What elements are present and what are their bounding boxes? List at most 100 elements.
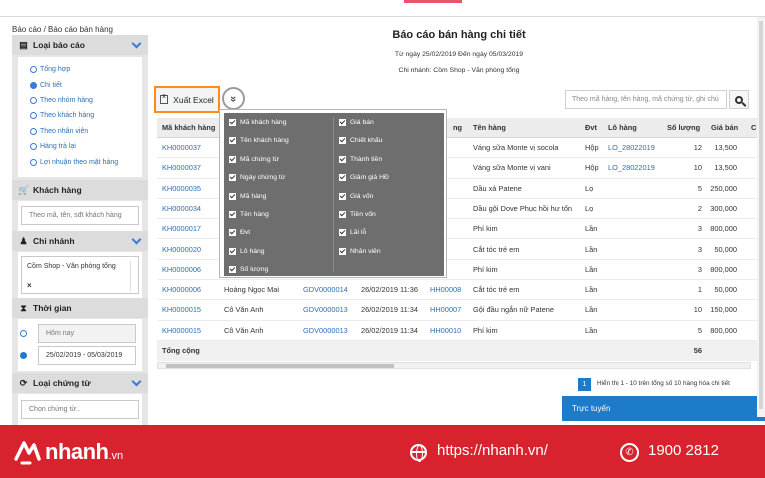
cell-customer-code[interactable]: KH0000015 xyxy=(162,305,201,314)
horizontal-scrollbar[interactable] xyxy=(157,362,751,369)
column-option[interactable]: Lãi lỗ xyxy=(339,229,366,237)
column-option[interactable]: Mã chứng từ xyxy=(229,155,279,163)
branch-header[interactable]: ♟ Chi nhánh xyxy=(12,231,148,251)
doc-type-select[interactable]: Chọn chứng từ.. xyxy=(21,400,139,419)
online-chat-bar[interactable]: Trực tuyến xyxy=(562,396,765,421)
column-option[interactable]: Tiền vốn xyxy=(339,211,376,218)
checkbox-checked-icon[interactable] xyxy=(229,211,236,218)
column-option[interactable]: Giá vốn xyxy=(339,192,373,200)
report-type-option-profit[interactable]: Lợi nhuận theo mặt hàng xyxy=(18,154,142,169)
report-type-option-customer[interactable]: Theo khách hàng xyxy=(18,108,142,123)
checkbox-checked-icon[interactable] xyxy=(339,155,346,163)
cell-customer-code[interactable]: KH0000006 xyxy=(162,265,201,274)
hotline-number[interactable]: 1900 2812 xyxy=(648,442,719,459)
col-quantity[interactable]: Số lượng xyxy=(667,123,700,132)
cell-doc-code[interactable]: GDV0000013 xyxy=(303,305,348,314)
search-input[interactable]: Theo mã hàng, tên hàng, mã chứng từ, ghi… xyxy=(565,90,727,109)
column-option[interactable]: Số lượng xyxy=(229,266,268,274)
export-excel-button[interactable]: Xuất Excel xyxy=(154,86,220,113)
cell-lot[interactable]: LO_28022019 xyxy=(608,143,655,152)
report-type-option-staff[interactable]: Theo nhân viên xyxy=(18,124,142,139)
cell-item-code[interactable]: HH00008 xyxy=(430,285,461,294)
cell-customer-code[interactable]: KH0000034 xyxy=(162,204,201,213)
checkbox-checked-icon[interactable] xyxy=(229,119,236,126)
table-row[interactable]: KH0000015 Cô Văn Anh GDV0000013 26/02/2019 … xyxy=(157,300,765,321)
column-option[interactable]: Đvt xyxy=(229,229,250,237)
breadcrumb[interactable]: Báo cáo / Báo cáo bán hàng xyxy=(12,25,113,34)
checkbox-checked-icon[interactable] xyxy=(229,229,236,237)
checkbox-checked-icon[interactable] xyxy=(339,174,346,182)
column-option[interactable]: Thành tiền xyxy=(339,155,382,163)
cell-item-code[interactable]: HH00007 xyxy=(430,305,461,314)
customer-search-input[interactable]: Theo mã, tên, sđt khách hàng xyxy=(21,206,139,225)
chevron-down-icon[interactable] xyxy=(131,234,142,245)
branch-select-scroll[interactable] xyxy=(130,261,135,291)
cell-customer-code[interactable]: KH0000035 xyxy=(162,184,201,193)
time-radio-today[interactable] xyxy=(20,330,27,337)
col-discount[interactable]: C xyxy=(751,123,756,132)
chevron-down-icon[interactable] xyxy=(131,376,142,387)
branch-select[interactable]: Cồm Shop - Văn phòng tổng × xyxy=(21,256,139,294)
time-header[interactable]: ⧗ Thời gian xyxy=(12,298,148,318)
customer-header[interactable]: 🛒 Khách hàng xyxy=(12,180,148,200)
checkbox-checked-icon[interactable] xyxy=(229,192,236,200)
website-url[interactable]: https://nhanh.vn/ xyxy=(437,442,548,459)
cell-customer-code[interactable]: KH0000037 xyxy=(162,143,201,152)
checkbox-checked-icon[interactable] xyxy=(229,247,236,255)
checkbox-checked-icon[interactable] xyxy=(229,155,236,163)
cell-item-code[interactable]: HH00010 xyxy=(430,326,461,335)
col-price[interactable]: Giá bán xyxy=(711,123,738,132)
report-type-header[interactable]: ▤ Loại báo cáo xyxy=(12,35,148,55)
table-row[interactable]: KH0000015 Cô Văn Anh GDV0000013 26/02/2019 … xyxy=(157,320,765,341)
cell-doc-code[interactable]: GDV0000013 xyxy=(303,326,348,335)
checkbox-checked-icon[interactable] xyxy=(339,247,346,255)
checkbox-checked-icon[interactable] xyxy=(229,137,236,145)
table-row[interactable]: KH0000006 Hoàng Ngọc Mai GDV0000014 26/02/2… xyxy=(157,280,765,301)
checkbox-checked-icon[interactable] xyxy=(339,211,346,218)
cell-customer-code[interactable]: KH0000006 xyxy=(162,285,201,294)
vertical-scrollbar[interactable] xyxy=(757,17,765,417)
checkbox-checked-icon[interactable] xyxy=(229,266,236,274)
checkbox-checked-icon[interactable] xyxy=(339,137,346,145)
remove-branch-icon[interactable]: × xyxy=(27,281,32,290)
column-option[interactable]: Tên khách hàng xyxy=(229,137,289,145)
cell-customer-code[interactable]: KH0000017 xyxy=(162,224,201,233)
search-button[interactable] xyxy=(729,90,749,109)
page-1-button[interactable]: 1 xyxy=(578,378,591,391)
column-option[interactable]: Lô hàng xyxy=(229,247,265,255)
col-customer-code[interactable]: Mã khách hàng xyxy=(162,123,215,132)
cell-doc-code[interactable]: GDV0000014 xyxy=(303,285,348,294)
cell-customer-code[interactable]: KH0000015 xyxy=(162,326,201,335)
scroll-thumb[interactable] xyxy=(166,364,394,368)
col-item-code[interactable]: ng xyxy=(453,123,462,132)
report-type-option-group[interactable]: Theo nhóm hàng xyxy=(18,93,142,108)
cell-lot[interactable]: LO_28022019 xyxy=(608,163,655,172)
cell-customer-code[interactable]: KH0000020 xyxy=(162,245,201,254)
time-today-field[interactable]: Hôm nay xyxy=(38,324,136,343)
checkbox-checked-icon[interactable] xyxy=(339,119,346,126)
cell-customer-code[interactable]: KH0000037 xyxy=(162,163,201,172)
checkbox-checked-icon[interactable] xyxy=(339,192,346,200)
doc-type-header[interactable]: ⟳ Loại chứng từ xyxy=(12,373,148,393)
col-unit[interactable]: Đvt xyxy=(585,123,597,132)
report-type-option-returns[interactable]: Hàng trả lại xyxy=(18,139,142,154)
column-option[interactable]: Giá bán xyxy=(339,119,374,126)
column-option[interactable]: Ngày chứng từ xyxy=(229,174,285,182)
checkbox-checked-icon[interactable] xyxy=(229,174,236,182)
scroll-thumb[interactable] xyxy=(759,21,763,409)
column-option[interactable]: Chiết khấu xyxy=(339,137,383,145)
column-option[interactable]: Tên hàng xyxy=(229,211,269,218)
brand-logo[interactable]: nhanh .vn xyxy=(12,437,123,467)
time-range-field[interactable]: 25/02/2019 - 05/03/2019 xyxy=(38,346,136,365)
column-chooser-toggle[interactable]: » xyxy=(222,87,245,110)
col-item-name[interactable]: Tên hàng xyxy=(473,123,506,132)
report-type-option-summary[interactable]: Tổng hợp xyxy=(18,62,142,77)
time-radio-range[interactable] xyxy=(20,352,27,359)
col-lot[interactable]: Lô hàng xyxy=(608,123,637,132)
column-option[interactable]: Nhân viên xyxy=(339,247,381,255)
column-option[interactable]: Mã hàng xyxy=(229,192,266,200)
column-option[interactable]: Giảm giá HĐ xyxy=(339,174,389,182)
checkbox-checked-icon[interactable] xyxy=(339,229,346,237)
report-type-option-detail[interactable]: Chi tiết xyxy=(18,77,142,92)
column-option[interactable]: Mã khách hàng xyxy=(229,119,286,126)
